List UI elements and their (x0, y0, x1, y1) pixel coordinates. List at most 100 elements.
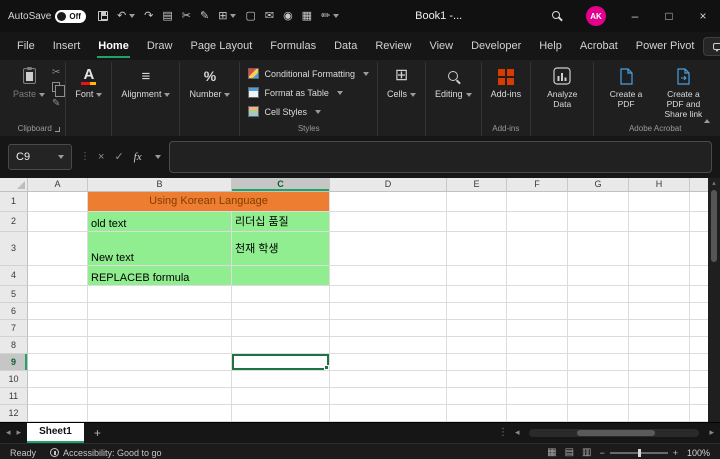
cell-A5[interactable] (28, 286, 88, 303)
cell-F3[interactable] (507, 232, 568, 266)
select-all-corner[interactable] (0, 178, 28, 192)
row-header-7[interactable]: 7 (0, 320, 28, 337)
cell-E7[interactable] (447, 320, 507, 337)
minimize-button[interactable]: – (618, 0, 652, 32)
cell-F12[interactable] (507, 405, 568, 422)
create-pdf-button[interactable]: Create a PDF (599, 62, 652, 111)
cell-H1[interactable] (629, 192, 690, 212)
analyze-data-button[interactable]: Analyze Data (536, 62, 588, 111)
vertical-scroll-thumb[interactable] (711, 190, 717, 262)
autosave-toggle[interactable]: AutoSave Off (8, 10, 86, 23)
cut-icon[interactable]: ✂ (182, 11, 191, 22)
number-button[interactable]: % Number (185, 62, 234, 102)
menu-tab-help[interactable]: Help (530, 32, 571, 60)
undo-icon[interactable]: ↶ (117, 11, 135, 22)
row-header-3[interactable]: 3 (0, 232, 28, 266)
cell-D10[interactable] (330, 371, 447, 388)
cell-styles-button[interactable]: Cell Styles (245, 103, 324, 120)
cell-A10[interactable] (28, 371, 88, 388)
conditional-formatting-button[interactable]: Conditional Formatting (245, 65, 372, 82)
column-header-D[interactable]: D (330, 178, 447, 192)
cell-F8[interactable] (507, 337, 568, 354)
enter-icon[interactable]: ✓ (114, 150, 123, 163)
comments-button[interactable]: Comments (703, 37, 720, 56)
cell-F5[interactable] (507, 286, 568, 303)
avatar[interactable]: AK (586, 6, 606, 26)
cell-D1[interactable] (330, 192, 447, 212)
cell-C9[interactable] (232, 354, 330, 371)
cell-A2[interactable] (28, 212, 88, 232)
collapse-ribbon-icon[interactable] (701, 113, 710, 131)
accessibility-status[interactable]: Accessibility: Good to go (50, 448, 162, 458)
cell-A9[interactable] (28, 354, 88, 371)
cell-B11[interactable] (88, 388, 232, 405)
menu-tab-power-pivot[interactable]: Power Pivot (627, 32, 704, 60)
new-file-icon[interactable]: ▢ (245, 11, 255, 22)
cell-F7[interactable] (507, 320, 568, 337)
cell-G1[interactable] (568, 192, 629, 212)
cell-B8[interactable] (88, 337, 232, 354)
cell-B10[interactable] (88, 371, 232, 388)
zoom-out-icon[interactable]: − (599, 448, 604, 458)
formula-options-chevron-icon[interactable] (155, 155, 161, 159)
column-header-G[interactable]: G (568, 178, 629, 192)
cell-F1[interactable] (507, 192, 568, 212)
addins-button[interactable]: Add-ins (487, 62, 526, 102)
cell-D2[interactable] (330, 212, 447, 232)
cell-G2[interactable] (568, 212, 629, 232)
row-header-6[interactable]: 6 (0, 303, 28, 320)
zoom-slider[interactable] (610, 452, 668, 454)
cell-C7[interactable] (232, 320, 330, 337)
cell-B4[interactable]: REPLACEB formula (88, 266, 232, 286)
format-as-table-button[interactable]: Format as Table (245, 84, 345, 101)
cell-B1[interactable]: Using Korean Language (88, 192, 330, 212)
borders-icon[interactable]: ⊞ (218, 11, 236, 22)
cell-C4[interactable] (232, 266, 330, 286)
cell-G8[interactable] (568, 337, 629, 354)
cell-E1[interactable] (447, 192, 507, 212)
menu-tab-home[interactable]: Home (89, 32, 138, 60)
menu-tab-page-layout[interactable]: Page Layout (181, 32, 261, 60)
cancel-icon[interactable]: × (98, 151, 104, 163)
row-header-2[interactable]: 2 (0, 212, 28, 232)
cell-D4[interactable] (330, 266, 447, 286)
menu-tab-view[interactable]: View (420, 32, 462, 60)
cell-D12[interactable] (330, 405, 447, 422)
page-break-view-icon[interactable]: ▥ (582, 448, 591, 458)
save-icon[interactable] (98, 11, 108, 21)
cell-G4[interactable] (568, 266, 629, 286)
cell-H3[interactable] (629, 232, 690, 266)
cell-H5[interactable] (629, 286, 690, 303)
cell-C11[interactable] (232, 388, 330, 405)
menu-tab-insert[interactable]: Insert (44, 32, 90, 60)
cell-E12[interactable] (447, 405, 507, 422)
zoom-level[interactable]: 100% (686, 448, 710, 458)
cell-F10[interactable] (507, 371, 568, 388)
add-sheet-icon[interactable]: + (90, 426, 105, 440)
zoom-slider-thumb[interactable] (638, 449, 641, 457)
cell-A4[interactable] (28, 266, 88, 286)
cell-E5[interactable] (447, 286, 507, 303)
cell-H11[interactable] (629, 388, 690, 405)
editing-button[interactable]: Editing (431, 62, 476, 102)
cell-E11[interactable] (447, 388, 507, 405)
cell-G12[interactable] (568, 405, 629, 422)
row-header-4[interactable]: 4 (0, 266, 28, 286)
cell-B6[interactable] (88, 303, 232, 320)
cell-E9[interactable] (447, 354, 507, 371)
cell-A12[interactable] (28, 405, 88, 422)
menu-tab-file[interactable]: File (8, 32, 44, 60)
cell-H2[interactable] (629, 212, 690, 232)
scroll-up-icon[interactable]: ▴ (712, 180, 716, 187)
column-header-A[interactable]: A (28, 178, 88, 192)
cell-H6[interactable] (629, 303, 690, 320)
cell-A1[interactable] (28, 192, 88, 212)
alignment-button[interactable]: ≡ Alignment (117, 62, 174, 102)
cell-A3[interactable] (28, 232, 88, 266)
menu-tab-draw[interactable]: Draw (138, 32, 182, 60)
column-header-H[interactable]: H (629, 178, 690, 192)
format-painter-icon[interactable]: ✎ (52, 99, 60, 109)
cell-H10[interactable] (629, 371, 690, 388)
cell-C3[interactable]: 천재 학생 (232, 232, 330, 266)
cell-B12[interactable] (88, 405, 232, 422)
